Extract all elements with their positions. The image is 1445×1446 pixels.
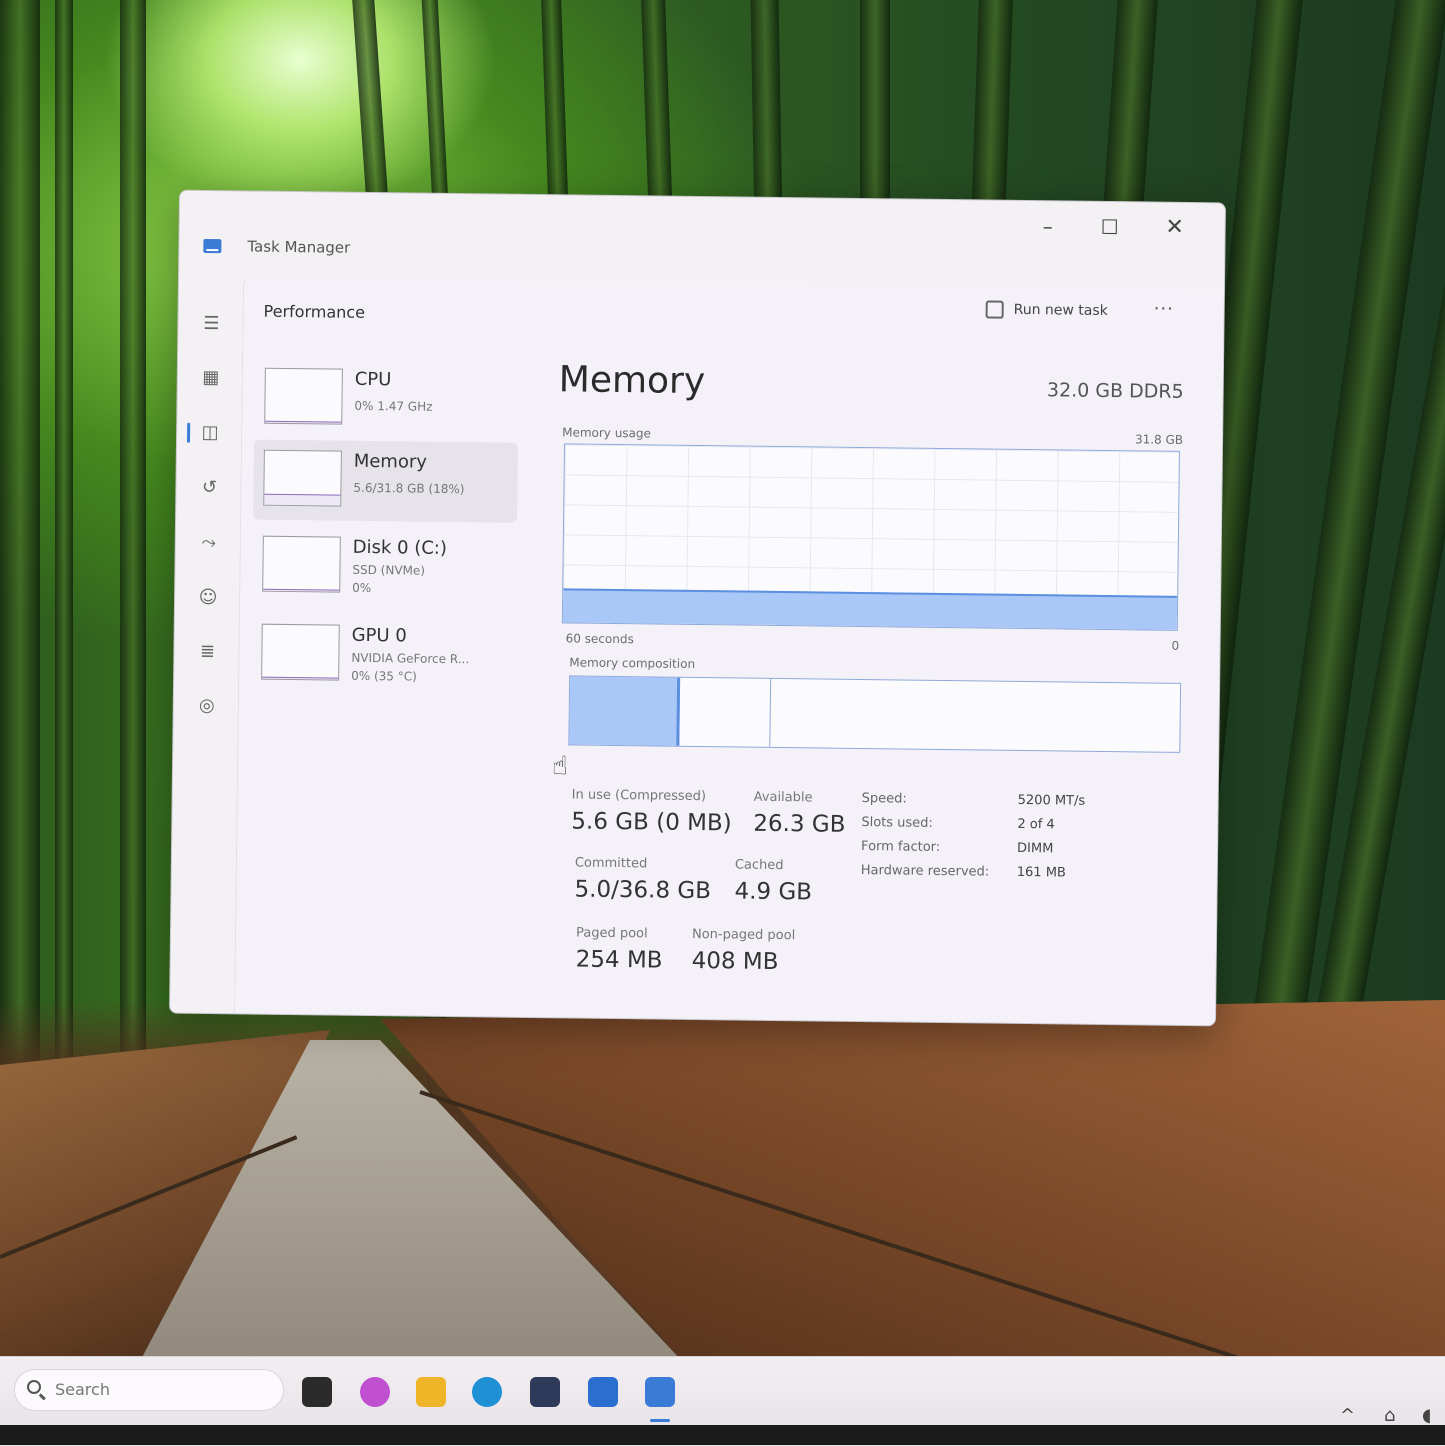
- memory-composition-label: Memory composition: [569, 655, 696, 671]
- nav-active-indicator: [186, 422, 191, 443]
- bamboo-stalk: [120, 0, 146, 1100]
- window-title: Task Manager: [247, 237, 351, 257]
- perf-item-disk[interactable]: Disk 0 (C:) SSD (NVMe) 0%: [252, 526, 517, 609]
- memory-composition-bar: [568, 675, 1182, 753]
- mouse-cursor-icon: ☝: [551, 751, 569, 782]
- detail-key: Form factor:: [861, 839, 941, 855]
- stat-cached: Cached 4.9 GB: [734, 857, 813, 906]
- detail-title: Memory: [558, 359, 706, 403]
- file-explorer-icon[interactable]: [416, 1377, 446, 1407]
- copilot-icon[interactable]: [360, 1377, 390, 1407]
- task-manager-window: Task Manager – ☐ ✕ ☰ ▦ ◫ ↺ ⤳ ☺ ≣ ◎ ⚙ Per…: [169, 189, 1226, 1027]
- task-manager-icon: [203, 238, 222, 254]
- cpu-thumbnail-graph: [264, 367, 343, 425]
- stat-committed: Committed 5.0/36.8 GB: [574, 855, 712, 905]
- run-task-icon: [985, 300, 1004, 319]
- search-placeholder: Search: [55, 1380, 110, 1399]
- nav-rail: ☰ ▦ ◫ ↺ ⤳ ☺ ≣ ◎ ⚙: [170, 277, 243, 1014]
- performance-page: Performance Run new task ··· CPU 0% 1.47…: [234, 277, 1225, 1026]
- search-icon: [27, 1380, 41, 1394]
- detail-key: Speed:: [861, 791, 907, 807]
- item-name: Memory: [353, 450, 428, 473]
- detail-value: 5200 MT/s: [1017, 792, 1086, 809]
- performance-icon[interactable]: ◫: [199, 422, 221, 444]
- detail-key: Hardware reserved:: [860, 863, 990, 880]
- maximize-button[interactable]: ☐: [1090, 212, 1130, 242]
- app-history-icon[interactable]: ↺: [198, 477, 220, 499]
- perf-item-gpu[interactable]: GPU 0 NVIDIA GeForce R... 0% (35 °C): [251, 614, 516, 697]
- perf-item-memory[interactable]: Memory 5.6/31.8 GB (18%): [253, 439, 519, 523]
- task-manager-icon[interactable]: [645, 1377, 675, 1407]
- monitor-bezel: [0, 1425, 1445, 1445]
- memory-usage-label: Memory usage: [562, 425, 652, 441]
- composition-modified[interactable]: [679, 677, 772, 747]
- perf-item-cpu[interactable]: CPU 0% 1.47 GHz: [254, 358, 519, 441]
- hamburger-icon[interactable]: ☰: [200, 313, 222, 335]
- more-options-button[interactable]: ···: [1154, 299, 1174, 320]
- graph-time-left: 60 seconds: [565, 631, 634, 647]
- item-name: GPU 0: [351, 624, 407, 647]
- item-detail: 5.6/31.8 GB (18%): [353, 480, 465, 497]
- memory-usage-max: 31.8 GB: [1134, 432, 1184, 447]
- gpu-thumbnail-graph: [261, 623, 340, 681]
- item-detail: 0%: [352, 580, 372, 596]
- title-bar[interactable]: Task Manager – ☐ ✕: [179, 191, 1225, 290]
- stat-available: Available 26.3 GB: [753, 789, 846, 838]
- detail-key: Slots used:: [861, 815, 933, 831]
- item-detail: 0% 1.47 GHz: [354, 398, 433, 414]
- item-detail: SSD (NVMe): [352, 562, 426, 578]
- widgets-icon[interactable]: [302, 1377, 332, 1407]
- users-icon[interactable]: ☺: [197, 587, 219, 609]
- taskbar-search-box[interactable]: Search: [14, 1369, 284, 1411]
- memory-type: 32.0 GB DDR5: [1046, 379, 1184, 403]
- stat-paged-pool: Paged pool 254 MB: [575, 925, 663, 974]
- detail-value: 2 of 4: [1017, 816, 1055, 833]
- item-name: Disk 0 (C:): [352, 536, 448, 559]
- services-icon[interactable]: ◎: [196, 695, 218, 717]
- detail-value: DIMM: [1016, 840, 1054, 857]
- app-icon[interactable]: [588, 1377, 618, 1407]
- memory-usage-graph: [561, 443, 1180, 631]
- tray-chevron-icon[interactable]: ^: [1340, 1405, 1355, 1426]
- item-detail: 0% (35 °C): [351, 668, 417, 684]
- details-icon[interactable]: ≣: [196, 641, 218, 663]
- graph-time-right: 0: [1171, 638, 1180, 653]
- memory-thumbnail-graph: [263, 449, 342, 507]
- detail-value: 161 MB: [1016, 864, 1066, 881]
- run-new-task-label: Run new task: [1013, 301, 1108, 319]
- bamboo-stalk: [55, 0, 73, 1100]
- edge-icon[interactable]: [472, 1377, 502, 1407]
- page-title: Performance: [263, 301, 366, 322]
- volume-icon[interactable]: ◖: [1422, 1405, 1431, 1426]
- disk-thumbnail-graph: [262, 535, 341, 593]
- stat-nonpaged-pool: Non-paged pool 408 MB: [691, 926, 796, 976]
- bamboo-stalk: [0, 0, 40, 1100]
- stat-in-use: In use (Compressed) 5.6 GB (0 MB): [571, 787, 732, 837]
- run-new-task-button[interactable]: Run new task: [985, 300, 1108, 319]
- startup-icon[interactable]: ⤳: [198, 532, 220, 554]
- active-app-indicator: [650, 1419, 670, 1422]
- minimize-button[interactable]: –: [1028, 211, 1068, 241]
- processes-icon[interactable]: ▦: [200, 367, 222, 389]
- composition-in-use[interactable]: [569, 676, 680, 746]
- item-name: CPU: [354, 368, 392, 391]
- item-detail: NVIDIA GeForce R...: [351, 650, 470, 667]
- network-icon[interactable]: ⌂: [1384, 1405, 1395, 1426]
- store-icon[interactable]: [530, 1377, 560, 1407]
- memory-usage-fill: [562, 588, 1178, 630]
- close-button[interactable]: ✕: [1154, 213, 1194, 243]
